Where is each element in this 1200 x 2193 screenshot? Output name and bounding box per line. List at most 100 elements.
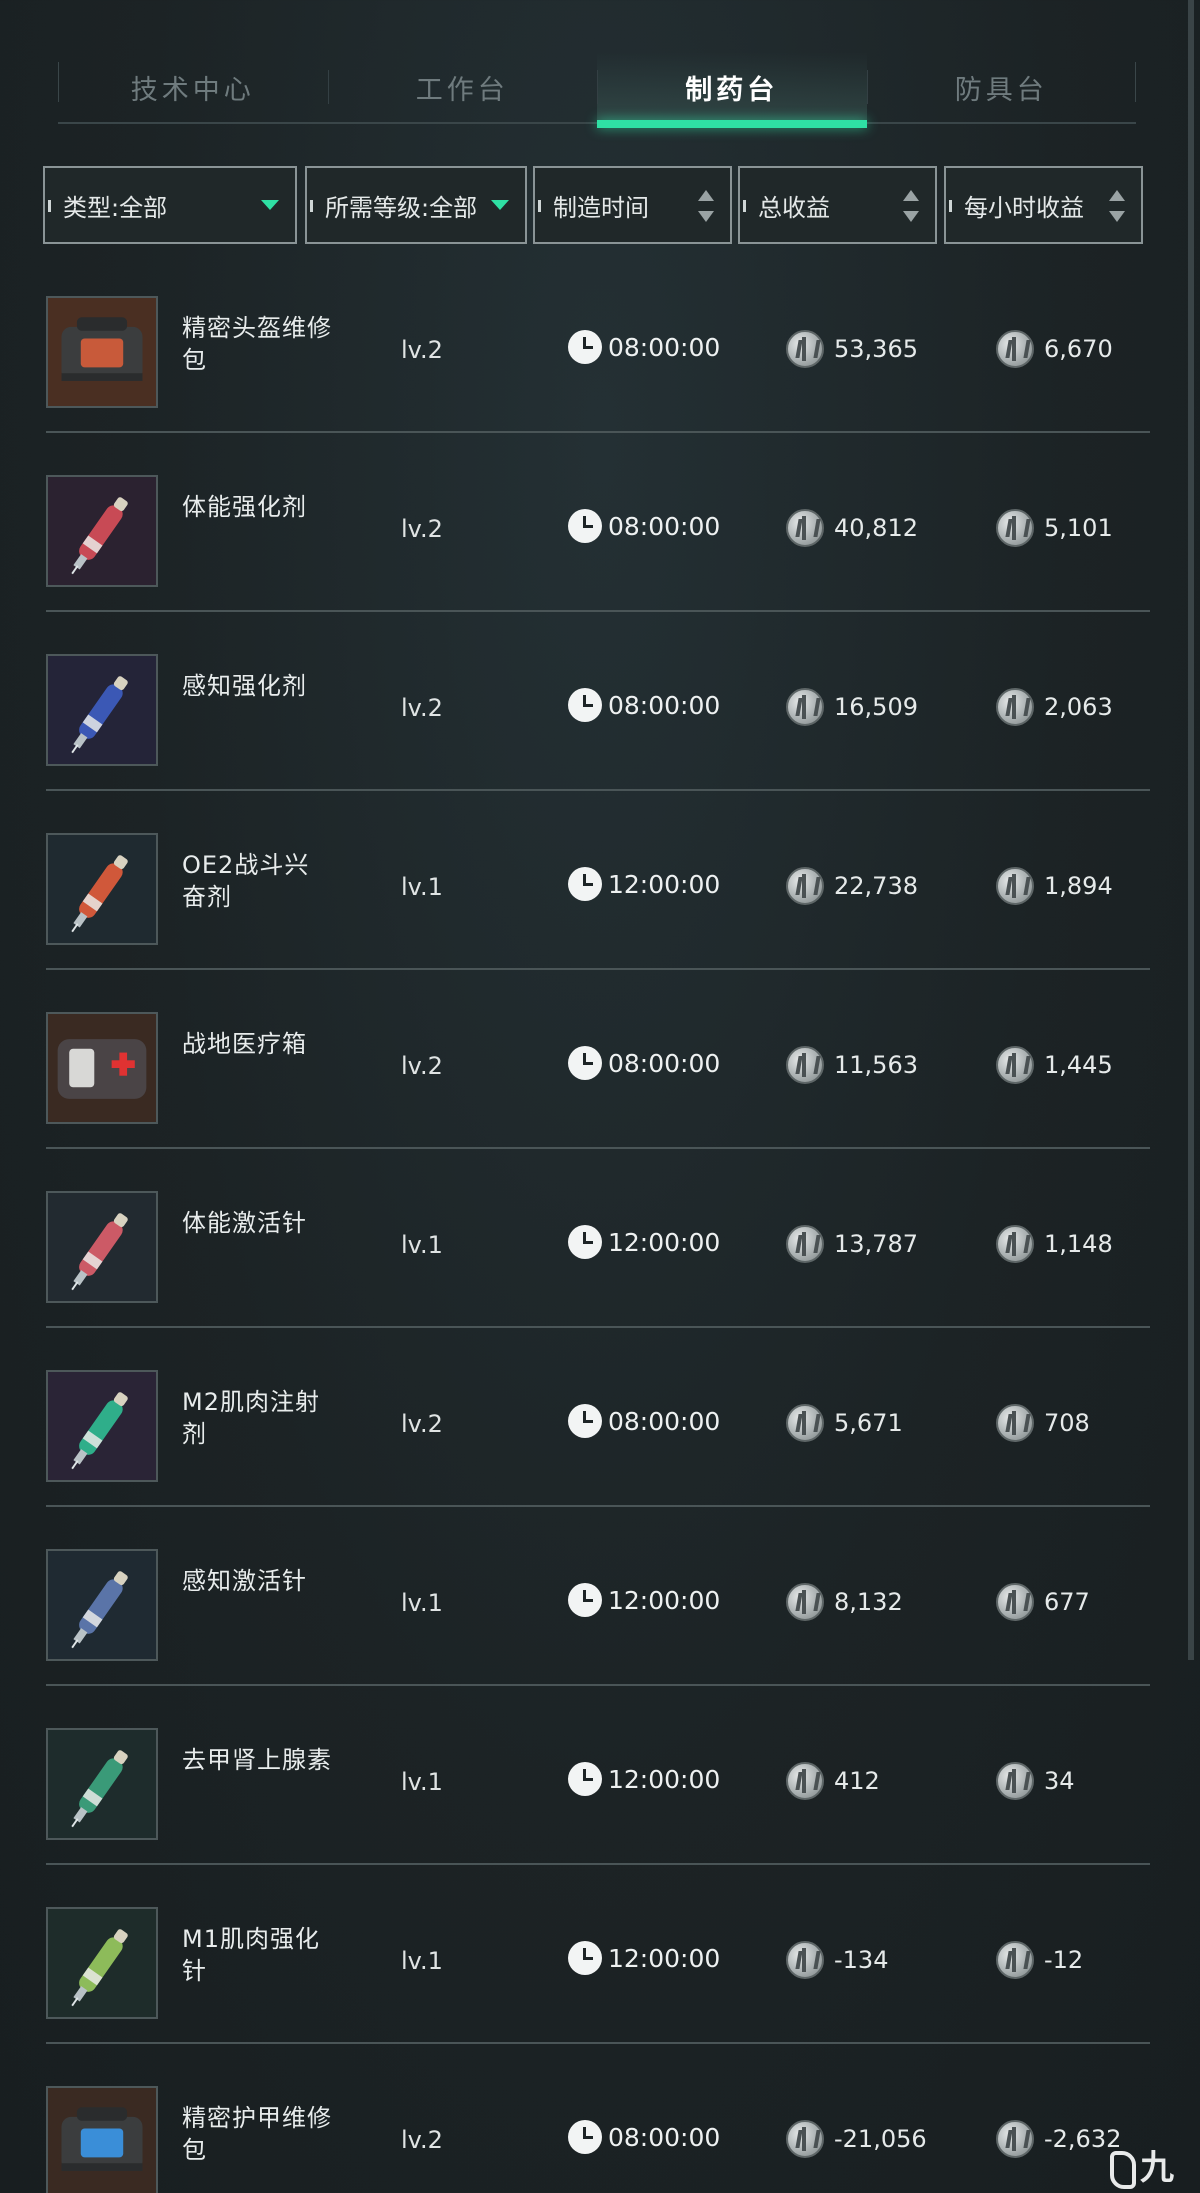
total-profit: 8,132 — [786, 1583, 903, 1621]
coin-icon — [996, 509, 1034, 547]
level-filter-dropdown[interactable]: 所需等级:全部 — [305, 166, 527, 244]
craft-time: 12:00:00 — [568, 1941, 720, 1975]
total-profit-value: 13,787 — [834, 1230, 918, 1258]
hourly-profit-value: 708 — [1044, 1409, 1090, 1437]
total-profit: 16,509 — [786, 688, 918, 726]
hourly-profit-value: 1,148 — [1044, 1230, 1113, 1258]
hourly-profit: 5,101 — [996, 509, 1113, 547]
total-profit-value: 8,132 — [834, 1588, 903, 1616]
recipe-row[interactable]: 精密头盔维修包 lv.2 08:00:00 53,365 6,670 — [46, 254, 1150, 433]
scrollbar[interactable] — [1188, 0, 1194, 1660]
craft-time: 12:00:00 — [568, 1762, 720, 1796]
craft-time-value: 12:00:00 — [608, 1764, 721, 1794]
total-profit: 22,738 — [786, 867, 918, 905]
recipe-row[interactable]: 精密护甲维修包 lv.2 08:00:00 -21,056 -2,632 — [46, 2044, 1150, 2193]
total-profit-value: -21,056 — [834, 2125, 927, 2153]
recipe-row[interactable]: 感知激活针 lv.1 12:00:00 8,132 677 — [46, 1507, 1150, 1686]
hourly-profit-value: 2,063 — [1044, 693, 1113, 721]
hourly-profit: 6,670 — [996, 330, 1113, 368]
item-name: 体能激活针 — [182, 1209, 307, 1237]
total-profit: 412 — [786, 1762, 880, 1800]
dropdown-arrow-icon — [261, 200, 279, 210]
syringe-red-icon — [46, 475, 158, 587]
syringe-blue-icon — [46, 654, 158, 766]
total-profit-value: 22,738 — [834, 872, 918, 900]
coin-icon — [996, 2120, 1034, 2158]
type-filter-dropdown[interactable]: 类型:全部 — [43, 166, 297, 244]
craft-time: 12:00:00 — [568, 1583, 720, 1617]
syringe-green-icon — [46, 1370, 158, 1482]
workbench-tabs: 技术中心 工作台 制药台 防具台 — [58, 52, 1137, 128]
recipe-row[interactable]: 体能强化剂 lv.2 08:00:00 40,812 5,101 — [46, 433, 1150, 612]
coin-icon — [786, 1225, 824, 1263]
craft-time-value: 12:00:00 — [608, 1227, 721, 1257]
hourly-profit-value: 677 — [1044, 1588, 1090, 1616]
craft-time-sort-label: 制造时间 — [553, 193, 649, 222]
hourly-profit: 677 — [996, 1583, 1090, 1621]
coin-icon — [996, 330, 1034, 368]
craft-time-sort[interactable]: 制造时间 — [533, 166, 732, 244]
craft-time: 08:00:00 — [568, 509, 720, 543]
craft-time: 12:00:00 — [568, 1225, 720, 1259]
tab-tech-center[interactable]: 技术中心 — [58, 52, 328, 122]
coin-icon — [786, 867, 824, 905]
craft-time-value: 08:00:00 — [608, 511, 721, 541]
sort-arrows-icon — [903, 190, 921, 222]
recipe-row[interactable]: OE2战斗兴奋剂 lv.1 12:00:00 22,738 1,894 — [46, 791, 1150, 970]
tab-workbench[interactable]: 工作台 — [327, 52, 598, 122]
coin-icon — [996, 1941, 1034, 1979]
clock-icon — [568, 1225, 602, 1259]
craft-time-value: 08:00:00 — [608, 1406, 721, 1436]
recipe-row[interactable]: M2肌肉注射剂 lv.2 08:00:00 5,671 708 — [46, 1328, 1150, 1507]
coin-icon — [786, 1941, 824, 1979]
hourly-profit: 1,894 — [996, 867, 1113, 905]
coin-icon — [996, 1762, 1034, 1800]
total-profit-sort[interactable]: 总收益 — [738, 166, 937, 244]
total-profit: 5,671 — [786, 1404, 903, 1442]
tab-armor-bench[interactable]: 防具台 — [866, 52, 1137, 122]
hourly-profit-sort[interactable]: 每小时收益 — [944, 166, 1143, 244]
hourly-profit: 1,148 — [996, 1225, 1113, 1263]
recipe-row[interactable]: 战地医疗箱 lv.2 08:00:00 11,563 1,445 — [46, 970, 1150, 1149]
craft-time-value: 08:00:00 — [608, 1048, 721, 1078]
coin-icon — [786, 1046, 824, 1084]
required-level: lv.2 — [401, 1052, 443, 1080]
craft-time: 08:00:00 — [568, 688, 720, 722]
hourly-profit: -2,632 — [996, 2120, 1121, 2158]
recipe-row[interactable]: 感知强化剂 lv.2 08:00:00 16,509 2,063 — [46, 612, 1150, 791]
recipe-row[interactable]: M1肌肉强化针 lv.1 12:00:00 -134 -12 — [46, 1865, 1150, 2044]
syringe-pink-icon — [46, 1191, 158, 1303]
craft-time-value: 08:00:00 — [608, 332, 721, 362]
total-profit-value: 53,365 — [834, 335, 918, 363]
required-level: lv.1 — [401, 1589, 443, 1617]
hourly-profit-value: 6,670 — [1044, 335, 1113, 363]
hourly-profit: 2,063 — [996, 688, 1113, 726]
craft-time: 08:00:00 — [568, 1046, 720, 1080]
total-profit: 13,787 — [786, 1225, 918, 1263]
recipe-row[interactable]: 体能激活针 lv.1 12:00:00 13,787 1,148 — [46, 1149, 1150, 1328]
tab-pharmacy[interactable]: 制药台 — [597, 52, 867, 128]
coin-icon — [786, 1404, 824, 1442]
item-name: 感知激活针 — [182, 1567, 307, 1595]
craft-time-value: 12:00:00 — [608, 1585, 721, 1615]
required-level: lv.2 — [401, 694, 443, 722]
item-name: 体能强化剂 — [182, 493, 307, 521]
total-profit-value: 412 — [834, 1767, 880, 1795]
recipe-row[interactable]: 去甲肾上腺素 lv.1 12:00:00 412 34 — [46, 1686, 1150, 1865]
clock-icon — [568, 1583, 602, 1617]
item-name: M2肌肉注射剂 — [182, 1388, 320, 1448]
craft-time-value: 12:00:00 — [608, 1943, 721, 1973]
clock-icon — [568, 1046, 602, 1080]
total-profit: -21,056 — [786, 2120, 927, 2158]
total-profit-value: -134 — [834, 1946, 889, 1974]
clock-icon — [568, 509, 602, 543]
required-level: lv.2 — [401, 1410, 443, 1438]
type-filter-label: 类型:全部 — [63, 193, 168, 222]
repair-kit-icon — [46, 296, 158, 408]
medkit-icon — [46, 1012, 158, 1124]
hourly-profit: 34 — [996, 1762, 1075, 1800]
item-name: M1肌肉强化针 — [182, 1925, 320, 1985]
total-profit-value: 5,671 — [834, 1409, 903, 1437]
required-level: lv.1 — [401, 1231, 443, 1259]
armor-repair-kit-icon — [46, 2086, 158, 2193]
